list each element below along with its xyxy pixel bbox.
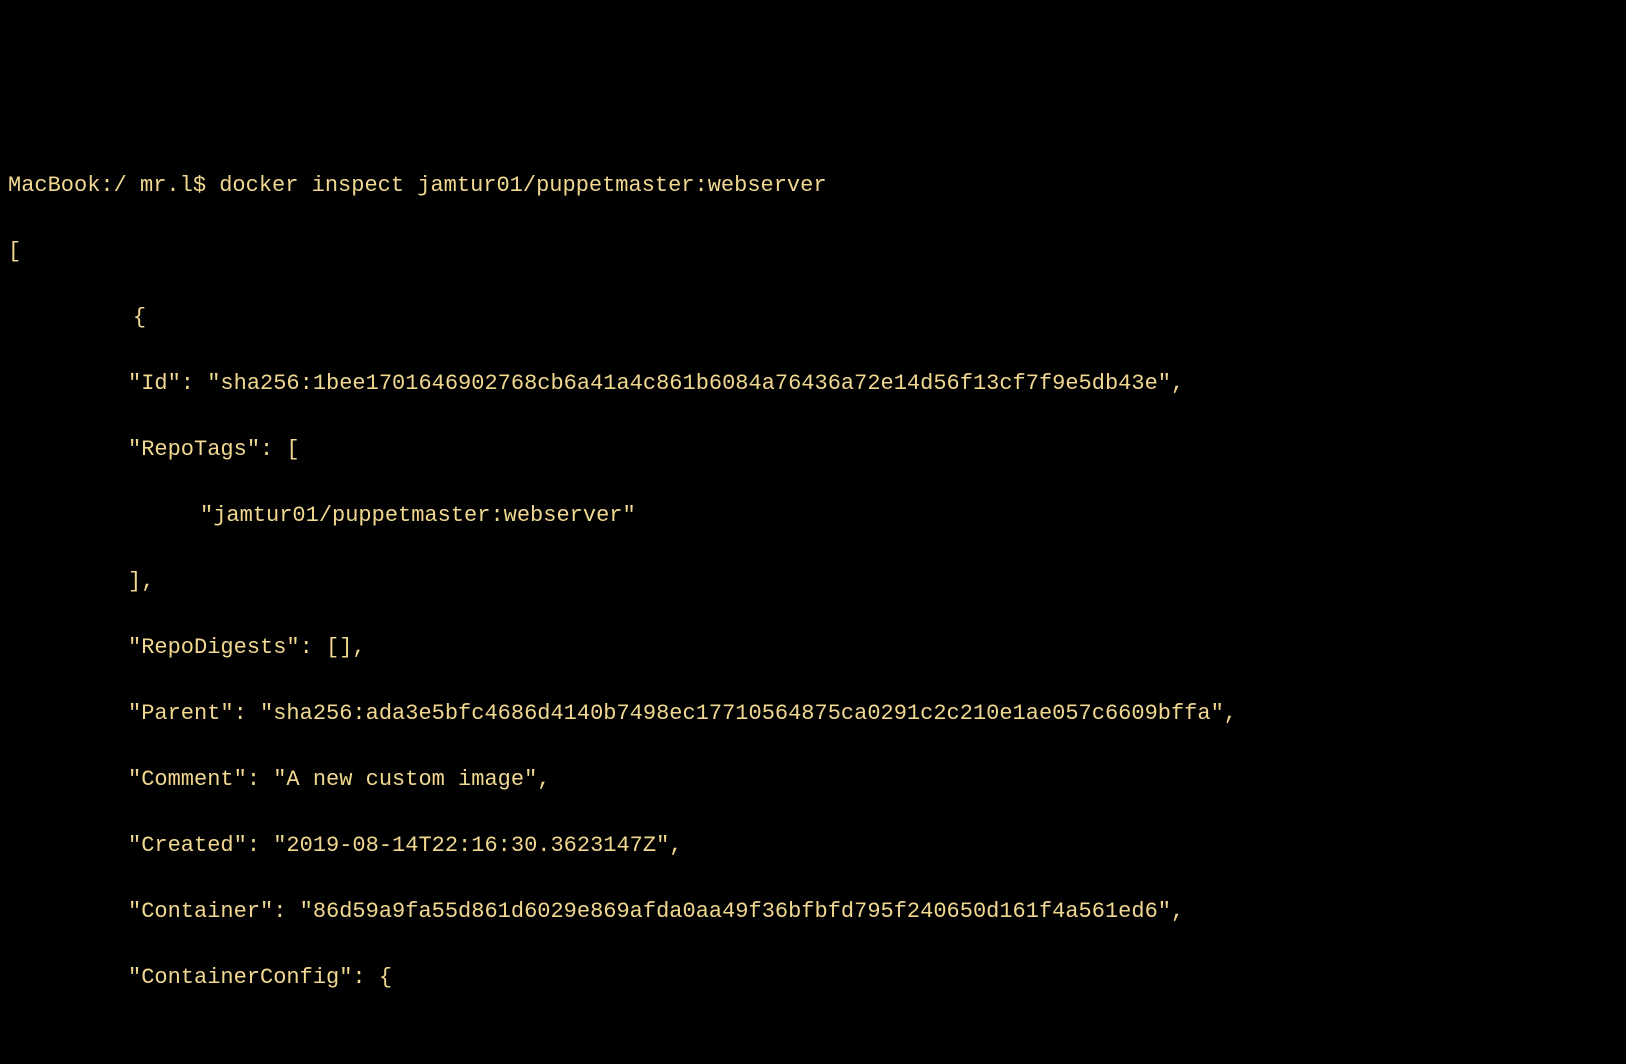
json-field-id: "Id": "sha256:1bee1701646902768cb6a41a4c… (8, 367, 1618, 400)
json-field-parent: "Parent": "sha256:ada3e5bfc4686d4140b749… (8, 697, 1618, 730)
json-field-comment: "Comment": "A new custom image", (8, 763, 1618, 796)
json-field-repotags-close: ], (8, 565, 1618, 598)
json-repotag-value: "jamtur01/puppetmaster:webserver" (8, 499, 1618, 532)
json-open-bracket: [ (8, 235, 1618, 268)
json-field-container: "Container": "86d59a9fa55d861d6029e869af… (8, 895, 1618, 928)
json-field-containerconfig: "ContainerConfig": { (8, 961, 1618, 994)
json-field-created: "Created": "2019-08-14T22:16:30.3623147Z… (8, 829, 1618, 862)
terminal-output[interactable]: MacBook:/ mr.l$ docker inspect jamtur01/… (8, 136, 1618, 1027)
shell-prompt: MacBook:/ mr.l$ (8, 173, 219, 198)
prompt-line: MacBook:/ mr.l$ docker inspect jamtur01/… (8, 169, 1618, 202)
json-field-repotags-open: "RepoTags": [ (8, 433, 1618, 466)
json-field-repodigests: "RepoDigests": [], (8, 631, 1618, 664)
json-open-brace: { (8, 301, 1618, 334)
command-text: docker inspect jamtur01/puppetmaster:web… (219, 173, 826, 198)
